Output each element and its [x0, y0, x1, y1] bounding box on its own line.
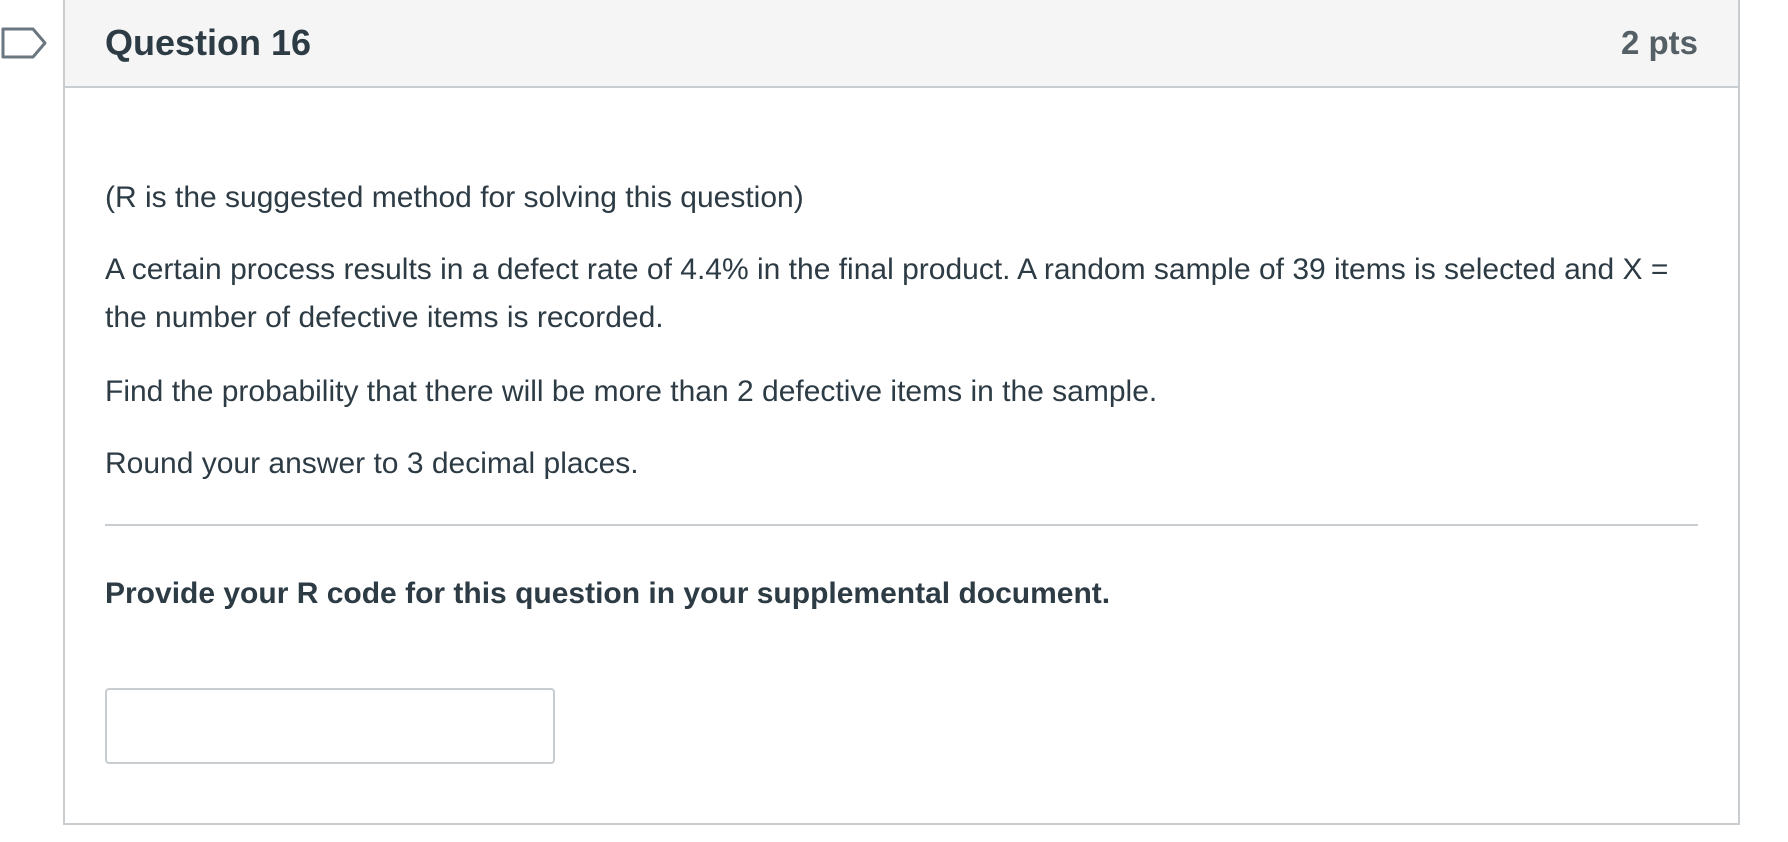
- question-text-problem: A certain process results in a defect ra…: [105, 253, 1669, 334]
- question-text-task: Find the probability that there will be …: [105, 375, 1158, 408]
- divider: [105, 524, 1698, 526]
- answer-input[interactable]: [105, 688, 555, 764]
- question-header: Question 16 2 pts: [65, 0, 1738, 88]
- question-title: Question 16: [105, 22, 312, 63]
- question-card: Question 16 2 pts (R is the suggested me…: [63, 0, 1740, 825]
- question-text-hint: (R is the suggested method for solving t…: [105, 181, 804, 214]
- question-text-rounding: Round your answer to 3 decimal places.: [105, 447, 639, 480]
- quiz-page: Question 16 2 pts (R is the suggested me…: [0, 0, 1788, 842]
- flag-question-icon[interactable]: [0, 26, 48, 60]
- question-instruction: Provide your R code for this question in…: [105, 577, 1111, 610]
- question-points: 2 pts: [1620, 24, 1698, 61]
